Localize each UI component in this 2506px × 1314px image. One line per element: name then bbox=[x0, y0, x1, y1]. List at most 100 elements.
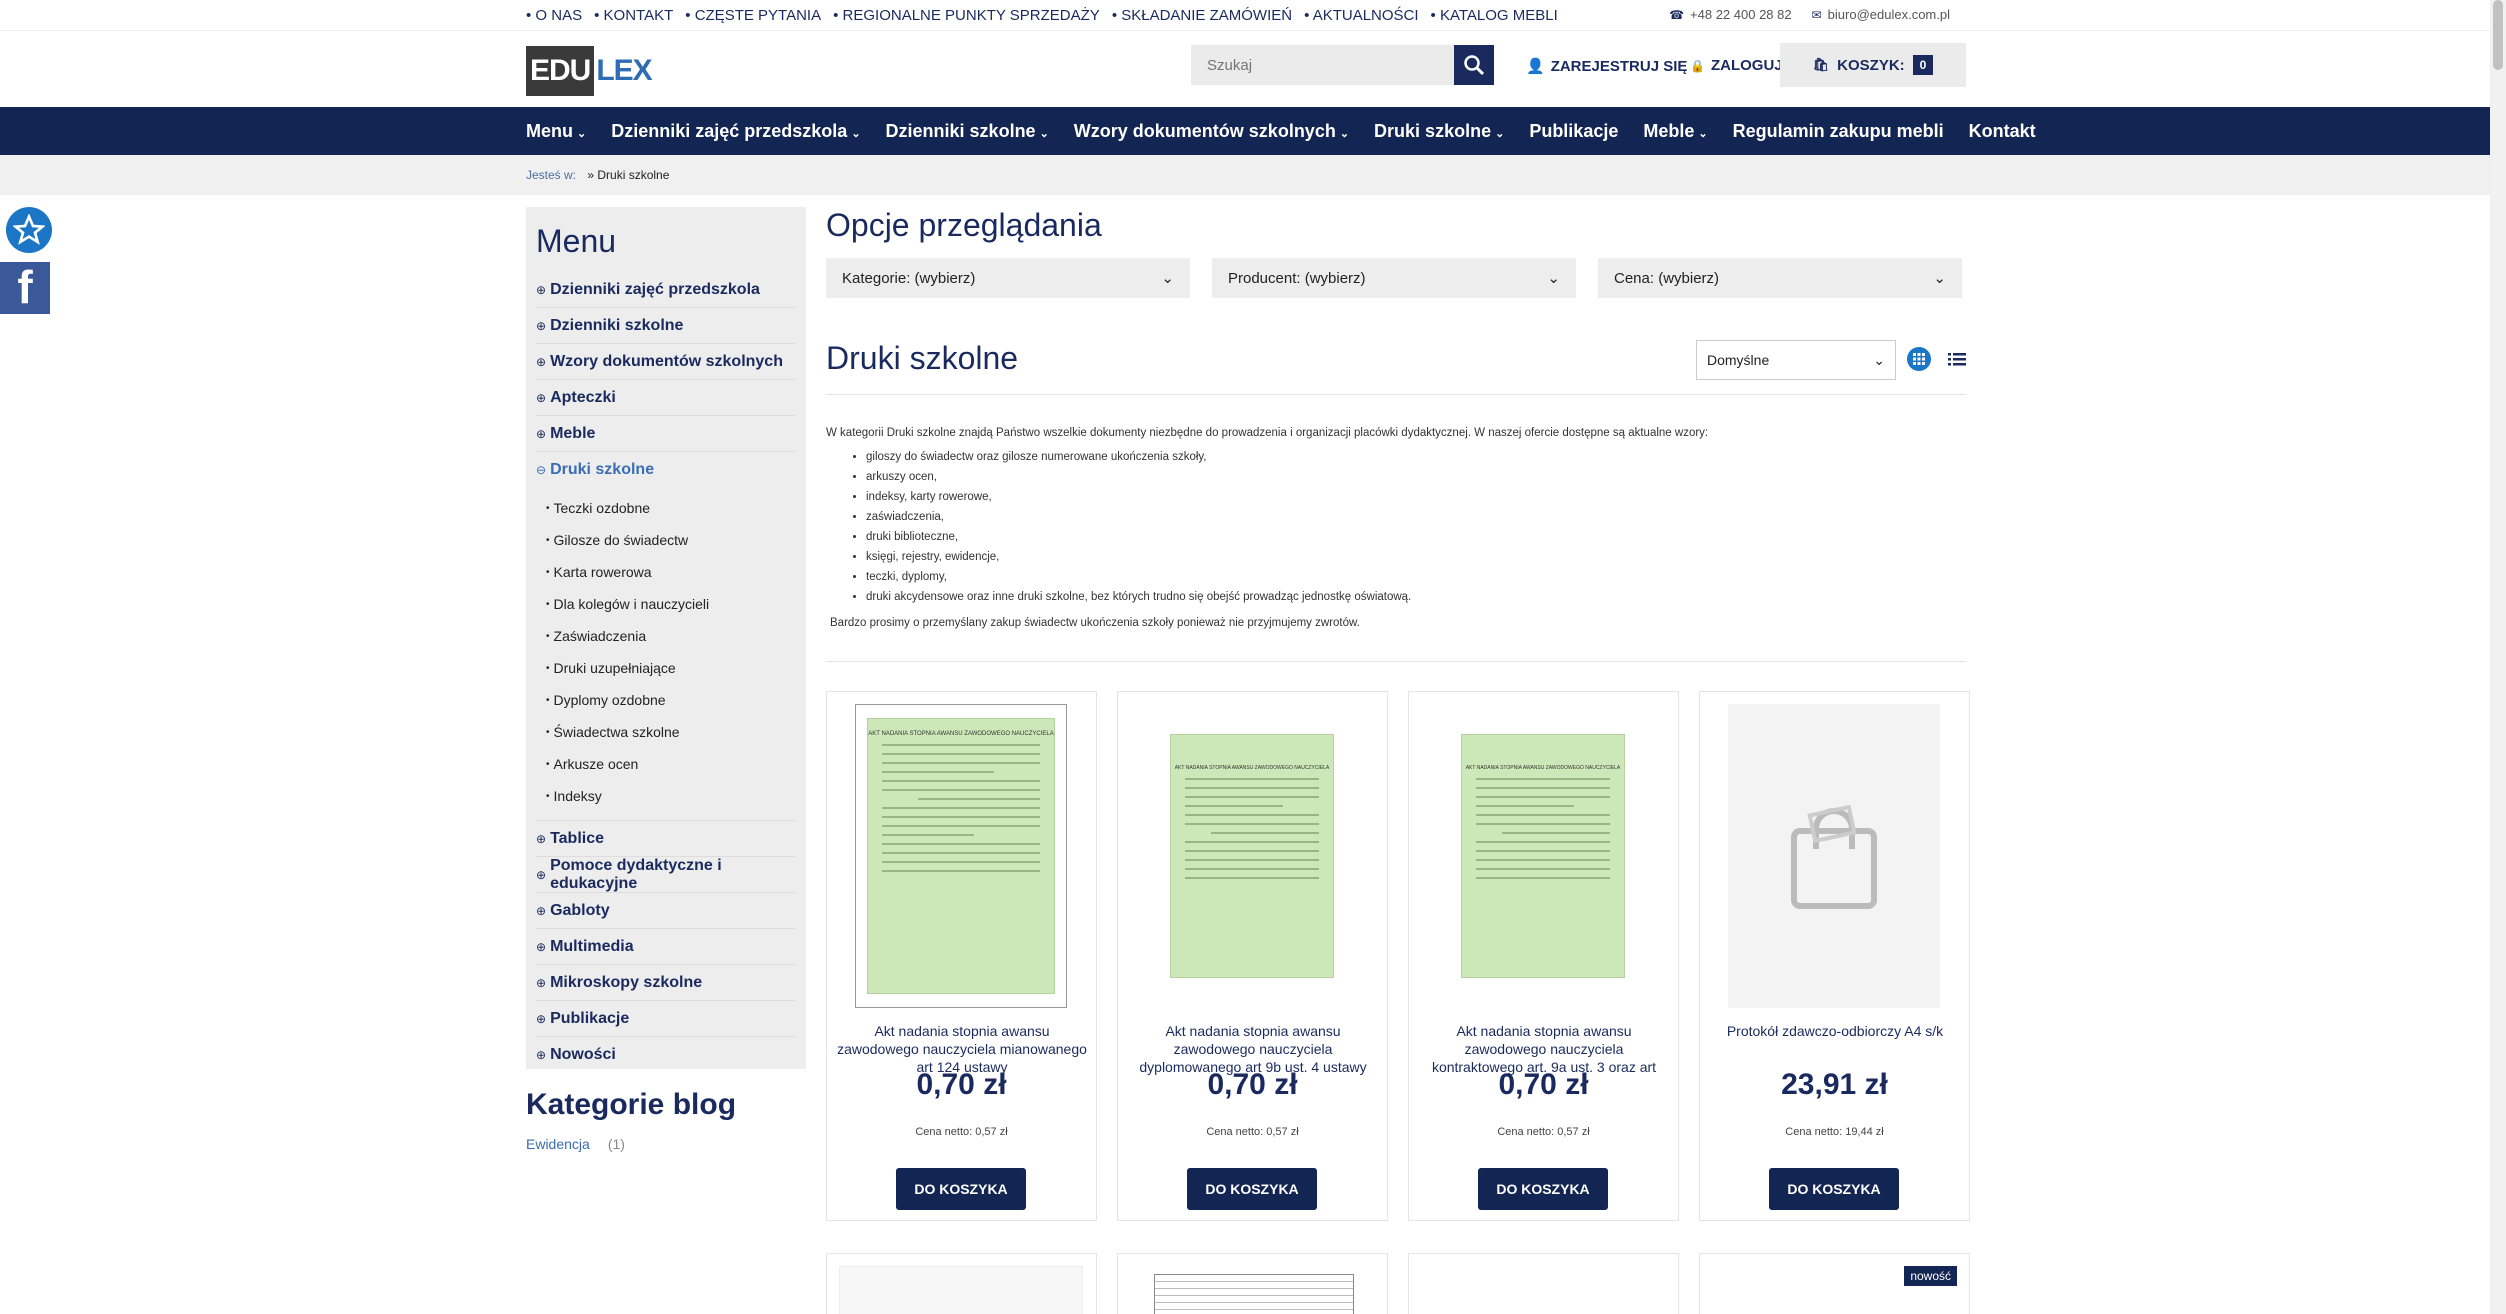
sidebar-item[interactable]: ⊕ Gabloty bbox=[536, 893, 796, 929]
product-card[interactable]: nowość bbox=[1699, 1253, 1970, 1314]
sidebar-item[interactable]: ⊕ Meble bbox=[536, 416, 796, 452]
filter-price[interactable]: Cena: (wybierz) ⌄ bbox=[1598, 258, 1962, 298]
subcategory-item[interactable]: Arkusze ocen bbox=[536, 748, 796, 780]
blog-link[interactable]: Ewidencja bbox=[526, 1136, 590, 1152]
phone[interactable]: ☎ +48 22 400 28 82 bbox=[1669, 7, 1792, 22]
product-card[interactable] bbox=[826, 1253, 1097, 1314]
list-item: giloszy do świadectw oraz gilosze numero… bbox=[866, 447, 1966, 467]
product-image[interactable]: AKT NADANIA STOPNIA AWANSU ZAWODOWEGO NA… bbox=[1146, 704, 1358, 1008]
chevron-down-icon: ⌄ bbox=[1339, 127, 1350, 140]
facebook-icon[interactable]: f bbox=[0, 261, 50, 314]
product-net-price: Cena netto: 0,57 zł bbox=[1497, 1126, 1590, 1138]
filter-producer[interactable]: Producent: (wybierz) ⌄ bbox=[1212, 258, 1576, 298]
toplink-regional[interactable]: REGIONALNE PUNKTY SPRZEDAŻY bbox=[833, 7, 1100, 24]
toplink-orders[interactable]: SKŁADANIE ZAMÓWIEŃ bbox=[1112, 7, 1292, 24]
category-description: W kategorii Druki szkolne znajdą Państwo… bbox=[826, 423, 1966, 633]
subcategory-item[interactable]: Świadectwa szkolne bbox=[536, 716, 796, 748]
sidebar-item[interactable]: ⊕ Wzory dokumentów szkolnych bbox=[536, 344, 796, 380]
subcategory-item[interactable]: Druki uzupełniające bbox=[536, 652, 796, 684]
toplink-o-nas[interactable]: O NAS bbox=[526, 7, 582, 24]
grid-view-icon[interactable] bbox=[1906, 346, 1932, 372]
subcategory-item[interactable]: Dla kolegów i nauczycieli bbox=[536, 588, 796, 620]
search-button[interactable] bbox=[1454, 45, 1494, 85]
plus-icon: ⊕ bbox=[536, 354, 547, 369]
subcategory-item[interactable]: Zaświadczenia bbox=[536, 620, 796, 652]
toplink-news[interactable]: AKTUALNOŚCI bbox=[1304, 7, 1419, 24]
search-input[interactable] bbox=[1191, 45, 1454, 85]
product-price: 23,91 zł bbox=[1781, 1068, 1888, 1101]
plus-icon: ⊕ bbox=[536, 903, 547, 918]
plus-icon: ⊕ bbox=[536, 831, 547, 846]
subcategory-item[interactable]: Teczki ozdobne bbox=[536, 492, 796, 524]
subcategory-item[interactable]: Dyplomy ozdobne bbox=[536, 684, 796, 716]
product-grid-row-2: nowość bbox=[826, 1253, 1970, 1314]
subcategory-item[interactable]: Karta rowerowa bbox=[536, 556, 796, 588]
sort-select[interactable]: Domyślne ⌄ bbox=[1696, 340, 1896, 380]
logo[interactable]: EDU LEX bbox=[526, 43, 653, 99]
product-image[interactable]: AKT NADANIA STOPNIA AWANSU ZAWODOWEGO NA… bbox=[855, 704, 1067, 1008]
nav-menu[interactable]: Menu ⌄ bbox=[526, 121, 586, 142]
nav-dzienniki-przedszkola[interactable]: Dzienniki zajęć przedszkola ⌄ bbox=[611, 121, 860, 142]
product-card[interactable] bbox=[1408, 1253, 1679, 1314]
sidebar-item[interactable]: ⊕ Pomoce dydaktyczne i edukacyjne bbox=[536, 857, 796, 893]
chevron-down-icon: ⌄ bbox=[1873, 351, 1885, 368]
subcategory-item[interactable]: Gilosze do świadectw bbox=[536, 524, 796, 556]
chevron-down-icon: ⌄ bbox=[1933, 270, 1946, 287]
cart-button[interactable]: 🛍 KOSZYK: 0 bbox=[1780, 43, 1966, 87]
nav-publikacje[interactable]: Publikacje bbox=[1529, 121, 1618, 142]
nav-dzienniki-szkolne[interactable]: Dzienniki szkolne ⌄ bbox=[886, 121, 1049, 142]
cart-count: 0 bbox=[1912, 55, 1934, 75]
nav-wzory[interactable]: Wzory dokumentów szkolnych ⌄ bbox=[1074, 121, 1349, 142]
add-to-cart-button[interactable]: DO KOSZYKA bbox=[1478, 1168, 1608, 1210]
sidebar-item[interactable]: ⊕ Dzienniki szkolne bbox=[536, 308, 796, 344]
product-image-placeholder[interactable] bbox=[1728, 704, 1940, 1008]
email[interactable]: ✉ biuro@edulex.com.pl bbox=[1812, 7, 1950, 22]
list-item: teczki, dyplomy, bbox=[866, 567, 1966, 587]
nav-kontakt[interactable]: Kontakt bbox=[1969, 121, 2036, 142]
plus-icon: ⊕ bbox=[536, 390, 547, 405]
add-to-cart-button[interactable]: DO KOSZYKA bbox=[1187, 1168, 1317, 1210]
product-card[interactable]: Protokół zdawczo-odbiorczy A4 s/k 23,91 … bbox=[1699, 691, 1970, 1221]
note-text: Bardzo prosimy o przemyślany zakup świad… bbox=[830, 617, 1360, 629]
product-card[interactable]: AKT NADANIA STOPNIA AWANSU ZAWODOWEGO NA… bbox=[1117, 691, 1388, 1221]
nav-regulamin[interactable]: Regulamin zakupu mebli bbox=[1733, 121, 1944, 142]
product-image bbox=[839, 1266, 1083, 1314]
product-net-price: Cena netto: 0,57 zł bbox=[915, 1126, 1008, 1138]
plus-icon: ⊕ bbox=[536, 426, 547, 441]
user-icon: 👤 bbox=[1526, 58, 1545, 75]
sidebar-item[interactable]: ⊕ Multimedia bbox=[536, 929, 796, 965]
star-icon[interactable] bbox=[6, 207, 52, 253]
product-image[interactable]: AKT NADANIA STOPNIA AWANSU ZAWODOWEGO NA… bbox=[1437, 704, 1649, 1008]
product-card[interactable] bbox=[1117, 1253, 1388, 1314]
sidebar-item[interactable]: ⊕ Nowości bbox=[536, 1037, 796, 1073]
sidebar-title: Menu bbox=[536, 223, 617, 259]
filter-category[interactable]: Kategorie: (wybierz) ⌄ bbox=[826, 258, 1190, 298]
sidebar-item[interactable]: ⊕ Apteczki bbox=[536, 380, 796, 416]
add-to-cart-button[interactable]: DO KOSZYKA bbox=[896, 1168, 1026, 1210]
subcategory-item[interactable]: Indeksy bbox=[536, 780, 796, 812]
sidebar-item[interactable]: ⊕ Dzienniki zajęć przedszkola bbox=[536, 272, 796, 308]
add-to-cart-button[interactable]: DO KOSZYKA bbox=[1769, 1168, 1899, 1210]
scrollbar[interactable] bbox=[2490, 0, 2506, 1314]
toplink-catalog[interactable]: KATALOG MEBLI bbox=[1431, 7, 1558, 24]
scrollbar-thumb[interactable] bbox=[2493, 0, 2503, 70]
register-link[interactable]: 👤 ZAREJESTRUJ SIĘ bbox=[1526, 57, 1687, 76]
sidebar-item[interactable]: ⊕ Publikacje bbox=[536, 1001, 796, 1037]
product-card[interactable]: AKT NADANIA STOPNIA AWANSU ZAWODOWEGO NA… bbox=[1408, 691, 1679, 1221]
product-card[interactable]: AKT NADANIA STOPNIA AWANSU ZAWODOWEGO NA… bbox=[826, 691, 1097, 1221]
nav-druki[interactable]: Druki szkolne ⌄ bbox=[1374, 121, 1504, 142]
list-item: księgi, rejestry, ewidencje, bbox=[866, 547, 1966, 567]
search-box bbox=[1191, 45, 1494, 85]
sidebar-item[interactable]: ⊕ Tablice bbox=[536, 821, 796, 857]
product-name[interactable]: Protokół zdawczo-odbiorczy A4 s/k bbox=[1710, 1022, 1960, 1040]
logo-lex: LEX bbox=[596, 54, 652, 87]
breadcrumb-current: Druki szkolne bbox=[597, 168, 670, 182]
list-view-icon[interactable] bbox=[1946, 346, 1968, 372]
sidebar-item-active[interactable]: ⊖ Druki szkolne bbox=[536, 452, 796, 488]
bullet-list: giloszy do świadectw oraz gilosze numero… bbox=[866, 447, 1966, 607]
toplink-faq[interactable]: CZĘSTE PYTANIA bbox=[685, 7, 821, 24]
sidebar-item[interactable]: ⊕ Mikroskopy szkolne bbox=[536, 965, 796, 1001]
nav-meble[interactable]: Meble ⌄ bbox=[1643, 121, 1707, 142]
toplink-kontakt[interactable]: KONTAKT bbox=[594, 7, 674, 24]
phone-icon: ☎ bbox=[1669, 8, 1685, 22]
